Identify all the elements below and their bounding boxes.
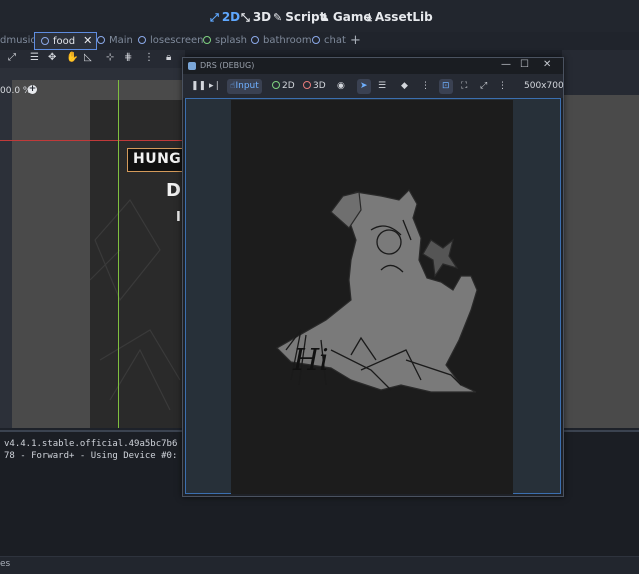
status-label: es	[0, 559, 11, 569]
tab-bathroom[interactable]: bathroom	[251, 33, 312, 49]
window-title: DRS (DEBUG)	[200, 61, 255, 70]
drawing-text: Hi	[292, 343, 329, 378]
tab-dmusic[interactable]: dmusic	[0, 33, 36, 49]
2d-icon: ⤢	[210, 11, 219, 24]
3d-icon: ⤡	[241, 11, 250, 24]
tab-food[interactable]: food ✕	[34, 32, 98, 50]
tab-chat[interactable]: chat	[312, 33, 346, 49]
resolution-label: 500x700	[524, 81, 564, 91]
guide-line-vertical	[118, 80, 119, 428]
expand-icon[interactable]: ⛶	[461, 79, 467, 94]
scene-icon	[138, 36, 146, 44]
window-titlebar[interactable]: DRS (DEBUG) — ☐ ✕	[183, 58, 563, 74]
mode-assetlib-button[interactable]: ⤓ AssetLib	[367, 9, 433, 25]
mode-2d-button[interactable]: ⤢ 2D	[210, 9, 240, 25]
scene-text-small: I	[176, 210, 181, 225]
tab-splash[interactable]: splash	[203, 33, 247, 49]
app-icon	[188, 62, 196, 70]
character-drawing: Hi	[276, 189, 478, 393]
main-toolbar: ⤢ 2D ⤡ 3D ✎ Script ♟ Game ⤓ AssetLib	[0, 0, 639, 35]
scene-icon	[41, 37, 49, 45]
list-select-icon[interactable]: ☰	[30, 52, 39, 63]
maximize-icon[interactable]: ☐	[520, 59, 529, 70]
close-icon[interactable]: ✕	[543, 59, 551, 70]
pan-icon[interactable]: ✋	[66, 52, 78, 63]
snap-icon[interactable]: ⊹	[106, 52, 114, 63]
3d-mode-button[interactable]: 3D	[303, 79, 326, 94]
vertical-ruler	[0, 80, 12, 428]
fit-icon[interactable]: ⊡	[439, 79, 453, 94]
move-icon[interactable]: ✥	[48, 52, 56, 63]
scene-text-large: D	[166, 180, 181, 201]
canvas-toolbar: ⤢ ☰ ✥ ✋ ◺ ⊹ ⋕ ⋮ 🔒︎	[0, 50, 185, 68]
more-icon[interactable]: ⋮	[421, 79, 430, 94]
2d-mode-button[interactable]: 2D	[272, 79, 295, 94]
lock-icon[interactable]: 🔒︎	[166, 52, 171, 63]
mode-3d-button[interactable]: ⤡ 3D	[241, 9, 271, 25]
2d-ring-icon	[272, 81, 280, 89]
camera-icon[interactable]: ◆	[401, 79, 408, 94]
game-toolbar: ❚❚ ▸❘ ☝Input 2D 3D ◉ ➤ ☰ ◆ ⋮ ⊡ ⛶ ⤢ ⋮ 500…	[183, 74, 564, 98]
mode-game-button[interactable]: ♟ Game	[320, 9, 371, 25]
select-pointer-icon[interactable]: ➤	[357, 79, 371, 94]
scene-icon	[203, 36, 211, 44]
canvas-viewport-right	[562, 95, 639, 428]
scene-icon	[251, 36, 259, 44]
close-tab-icon[interactable]: ✕	[83, 34, 92, 47]
add-tab-icon[interactable]: +	[350, 33, 361, 49]
scene-tab-bar: dmusic food ✕ Main losescreen splash bath…	[0, 32, 639, 50]
more-icon[interactable]: ⋮	[144, 52, 154, 63]
zoom-in-icon[interactable]: +	[28, 85, 37, 94]
3d-ring-icon	[303, 81, 311, 89]
zoom-level[interactable]: 00.0 %	[0, 86, 31, 96]
list-select-icon[interactable]: ☰	[378, 79, 386, 94]
more-icon[interactable]: ⋮	[498, 79, 507, 94]
visibility-icon[interactable]: ◉	[337, 79, 345, 94]
status-bar	[0, 556, 639, 574]
next-frame-icon[interactable]: ▸❘	[209, 79, 221, 94]
scene-icon	[312, 36, 320, 44]
minimize-icon[interactable]: —	[501, 59, 511, 70]
ruler-icon[interactable]: ◺	[84, 52, 92, 63]
game-debug-window: DRS (DEBUG) — ☐ ✕ ❚❚ ▸❘ ☝Input 2D 3D ◉ ➤…	[182, 57, 564, 497]
assetlib-icon: ⤓	[367, 11, 372, 24]
grid-icon[interactable]: ⋕	[124, 52, 132, 63]
pause-icon[interactable]: ❚❚	[191, 79, 206, 94]
script-icon: ✎	[273, 11, 283, 24]
fullscreen-icon[interactable]: ⤢	[480, 79, 487, 94]
scene-icon	[97, 36, 105, 44]
tab-losescreen[interactable]: losescreen	[138, 33, 204, 49]
mode-script-button[interactable]: ✎ Script	[273, 9, 325, 25]
input-mode-button[interactable]: ☝Input	[227, 79, 262, 94]
game-icon: ♟	[320, 11, 330, 24]
guide-line-horizontal	[0, 140, 185, 141]
tab-main[interactable]: Main	[97, 33, 133, 49]
select-icon[interactable]: ⤢	[8, 52, 16, 63]
